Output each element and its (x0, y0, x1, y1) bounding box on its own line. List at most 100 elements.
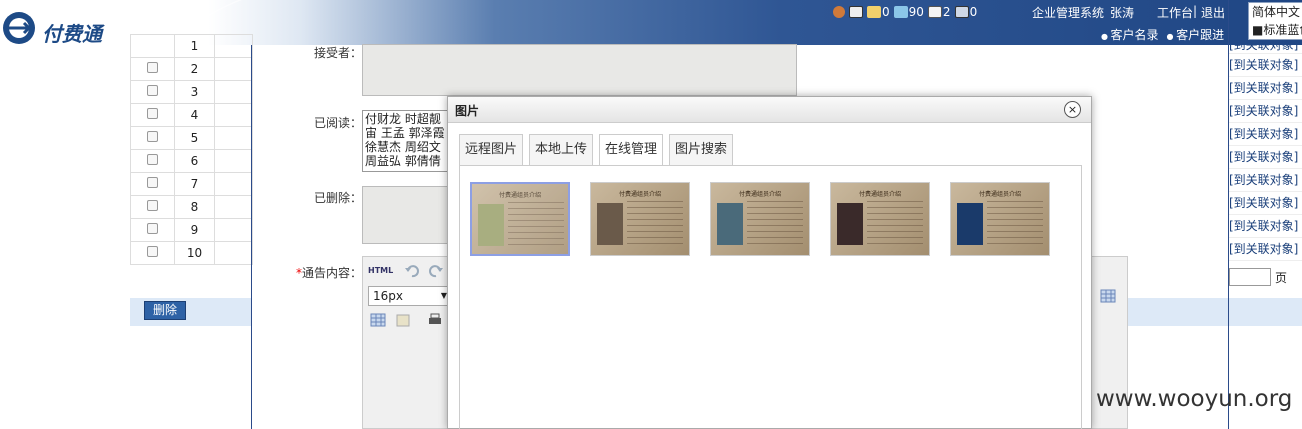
row-number: 3 (174, 80, 215, 104)
related-object-link[interactable]: [到关联对象] (1229, 77, 1302, 100)
row-number: 6 (174, 149, 215, 173)
image-thumbnail[interactable]: 付费通组员介绍 (950, 182, 1050, 256)
message-counter[interactable]: 90 (893, 5, 924, 19)
html-source-button[interactable]: HTML (368, 266, 393, 275)
person-photo (478, 204, 504, 246)
row-checkbox[interactable] (147, 177, 158, 188)
row-number: 9 (174, 218, 215, 242)
dialog-tab[interactable]: 图片搜索 (669, 134, 734, 165)
table-row: 6 (130, 149, 253, 173)
row-number: 8 (174, 195, 215, 219)
language-select[interactable]: 简体中文 ■标准蓝色 (1248, 2, 1302, 40)
content-label-text: 通告内容： (302, 266, 363, 280)
table-icon[interactable] (370, 313, 386, 327)
image-thumbnail[interactable]: 付费通组员介绍 (590, 182, 690, 256)
table-row: 5 (130, 126, 253, 150)
row-cell (214, 57, 253, 81)
row-checkbox[interactable] (147, 154, 158, 165)
thumbnail-title: 付费通组员介绍 (978, 191, 1021, 198)
dialog-title: 图片 (455, 104, 480, 118)
print-icon[interactable] (427, 313, 443, 327)
related-links-column: [到关联对象] [到关联对象] [到关联对象] [到关联对象] [到关联对象] [到关联对… (1229, 45, 1302, 261)
receiver-textarea[interactable] (362, 44, 797, 96)
notice-counter[interactable]: 0 (954, 5, 977, 19)
row-number: 10 (174, 241, 215, 265)
thumbnail-text-lines (747, 201, 803, 249)
table-row: 4 (130, 103, 253, 127)
related-object-link[interactable]: [到关联对象] (1229, 146, 1302, 169)
pager-input[interactable] (1229, 268, 1271, 286)
user-icon[interactable] (833, 6, 845, 18)
row-cell (214, 149, 253, 173)
image-thumbnail[interactable]: 付费通组员介绍 (470, 182, 570, 256)
row-cell (214, 241, 253, 265)
row-checkbox[interactable] (147, 131, 158, 142)
close-icon[interactable]: × (1064, 101, 1081, 118)
nav-customer-followup[interactable]: 客户跟进 (1167, 26, 1224, 43)
thumbnail-title: 付费通组员介绍 (858, 191, 901, 198)
row-number: 5 (174, 126, 215, 150)
edit-icon (927, 6, 942, 18)
deleted-label: 已删除： (314, 191, 363, 205)
related-object-link[interactable]: [到关联对象] (1229, 100, 1302, 123)
table-grid-icon[interactable] (1100, 289, 1116, 303)
system-name: 企业管理系统 (1032, 6, 1105, 20)
image-thumbnail[interactable]: 付费通组员介绍 (830, 182, 930, 256)
pager-page-label: 页 (1275, 270, 1288, 285)
row-checkbox[interactable] (147, 85, 158, 96)
task-counter[interactable]: 2 (927, 5, 951, 19)
undo-icon[interactable] (404, 264, 420, 278)
row-checkbox[interactable] (147, 62, 158, 73)
row-checkbox[interactable] (147, 223, 158, 234)
workbench-link[interactable]: 工作台 (1157, 4, 1193, 21)
related-object-link[interactable]: [到关联对象] (1229, 192, 1302, 215)
row-cell (214, 126, 253, 150)
dialog-tab[interactable]: 在线管理 (599, 134, 664, 166)
row-checkbox[interactable] (147, 246, 158, 257)
image-thumbnail[interactable]: 付费通组员介绍 (710, 182, 810, 256)
font-size-value: 16px (373, 289, 403, 303)
skin-option[interactable]: ■标准蓝色 (1249, 21, 1302, 39)
row-checkbox-cell (130, 195, 175, 219)
chat-icon (893, 6, 908, 18)
person-photo (717, 203, 743, 245)
header-separator: | (1193, 4, 1198, 18)
row-checkbox[interactable] (147, 200, 158, 211)
calendar-icon[interactable] (849, 6, 863, 18)
row-checkbox-cell (130, 172, 175, 196)
delete-button[interactable]: 删除 (144, 301, 186, 320)
logout-link[interactable]: 退出 (1201, 4, 1225, 21)
deleted-box (362, 186, 452, 244)
thumbnail-text-lines (867, 201, 923, 249)
row-checkbox-cell (130, 103, 175, 127)
font-size-select[interactable]: 16px ▼ (368, 286, 450, 306)
row-cell (214, 195, 253, 219)
person-photo (597, 203, 623, 245)
nav-customer-list[interactable]: 客户名录 (1101, 26, 1159, 43)
related-object-link[interactable]: [到关联对象] (1229, 238, 1302, 261)
mail-counter[interactable]: 0 (867, 5, 890, 19)
redo-icon[interactable] (428, 264, 444, 278)
dialog-titlebar[interactable]: 图片 × (448, 97, 1091, 123)
dialog-tab[interactable]: 本地上传 (529, 134, 594, 165)
header-icon-bar: 0 90 2 0 (833, 2, 977, 22)
related-object-link[interactable]: [到关联对象] (1229, 215, 1302, 238)
paste-icon[interactable] (395, 313, 411, 327)
row-checkbox-cell (130, 80, 175, 104)
language-option[interactable]: 简体中文 (1249, 3, 1302, 21)
row-number: 1 (174, 34, 215, 58)
table-row: 9 (130, 218, 253, 242)
related-object-link[interactable]: [到关联对象] (1229, 169, 1302, 192)
header-nav: 客户名录 客户跟进 (1101, 26, 1225, 43)
thumbnail-title: 付费通组员介绍 (738, 191, 781, 198)
row-checkbox[interactable] (147, 108, 158, 119)
row-number: 2 (174, 57, 215, 81)
dialog-tab[interactable]: 远程图片 (459, 134, 524, 165)
row-cell (214, 103, 253, 127)
read-label: 已阅读： (314, 116, 363, 130)
related-object-link[interactable]: [到关联对象] (1229, 123, 1302, 146)
delete-bar-right (1128, 298, 1302, 326)
receiver-label: 接受者： (314, 46, 363, 60)
related-object-link[interactable]: [到关联对象] (1229, 54, 1302, 77)
related-object-link[interactable]: [到关联对象] (1229, 45, 1302, 54)
